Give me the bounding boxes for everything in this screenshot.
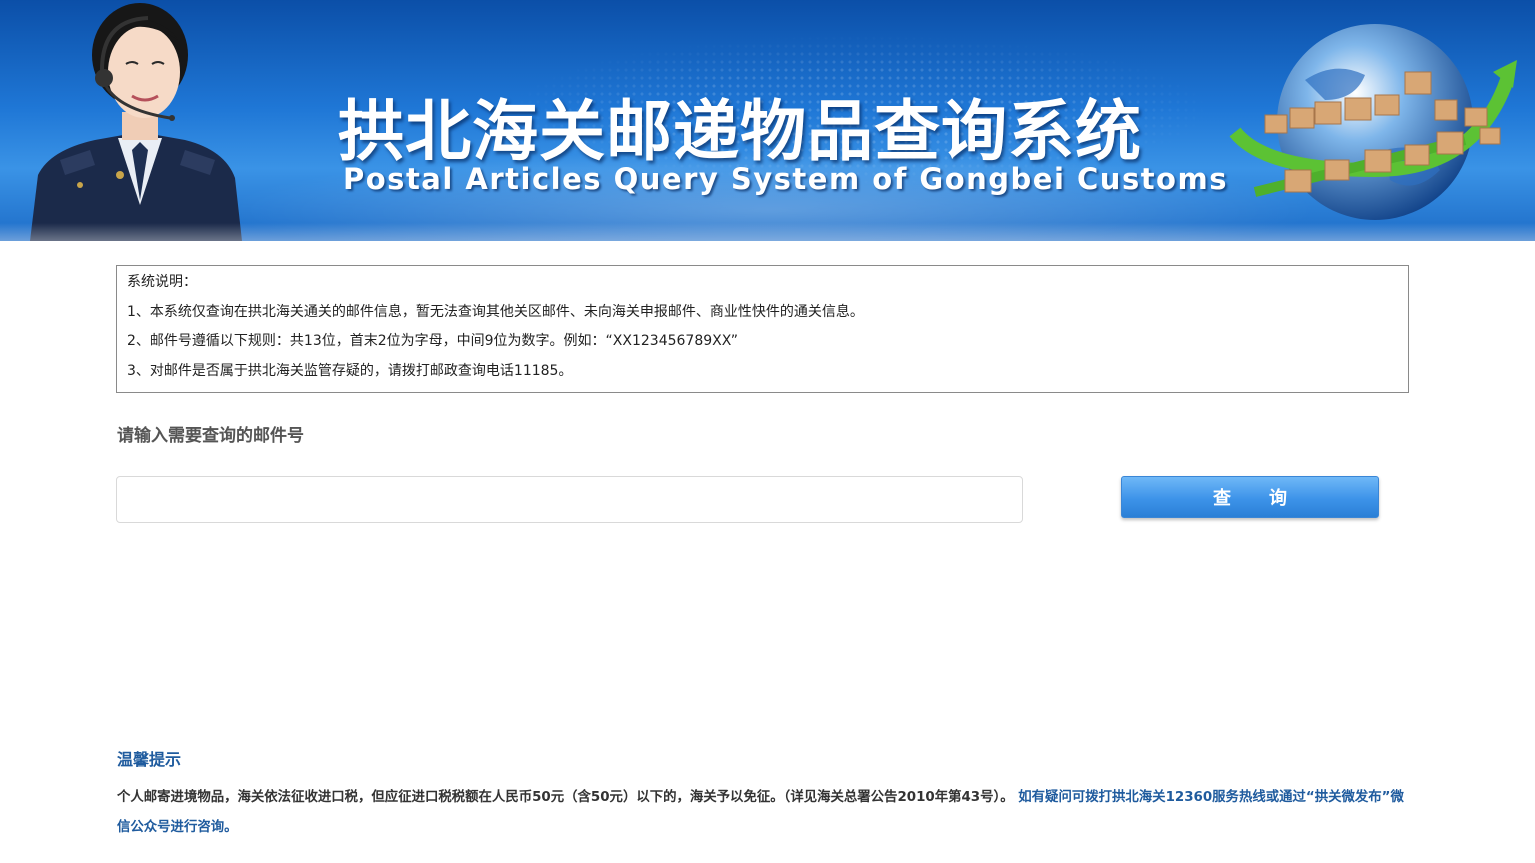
tips-body: 个人邮寄进境物品，海关依法征收进口税，但应征进口税税额在人民币50元（含50元）… bbox=[117, 790, 1014, 805]
globe-parcels-illustration bbox=[1229, 24, 1517, 220]
tips-title: 温馨提示 bbox=[117, 750, 182, 769]
banner-title-cn: 拱北海关邮递物品查询系统 bbox=[338, 93, 1142, 170]
query-button[interactable]: 查 询 bbox=[1121, 476, 1379, 518]
notice-item: 3、对邮件是否属于拱北海关监管存疑的，请拨打邮政查询电话11185。 bbox=[127, 362, 573, 379]
query-button-label-1: 查 bbox=[1213, 488, 1231, 509]
tips-text: 个人邮寄进境物品，海关依法征收进口税，但应征进口税税额在人民币50元（含50元）… bbox=[117, 783, 1417, 843]
query-label: 请输入需要查询的邮件号 bbox=[117, 426, 304, 446]
header-banner: 拱北海关邮递物品查询系统 Postal Articles Query Syste… bbox=[0, 0, 1535, 241]
notice-item: 1、本系统仅查询在拱北海关通关的邮件信息，暂无法查询其他关区邮件、未向海关申报邮… bbox=[127, 303, 864, 320]
notice-item: 2、邮件号遵循以下规则：共13位，首末2位为字母，中间9位为数字。例如：“XX1… bbox=[127, 333, 739, 349]
mail-number-input[interactable] bbox=[116, 476, 1023, 523]
query-button-label-2: 询 bbox=[1269, 488, 1287, 509]
notice-heading: 系统说明： bbox=[127, 274, 197, 290]
banner-title-en: Postal Articles Query System of Gongbei … bbox=[343, 162, 1228, 196]
customs-officer-illustration bbox=[30, 3, 242, 241]
system-notice-box: 系统说明： 1、本系统仅查询在拱北海关通关的邮件信息，暂无法查询其他关区邮件、未… bbox=[116, 265, 1409, 393]
